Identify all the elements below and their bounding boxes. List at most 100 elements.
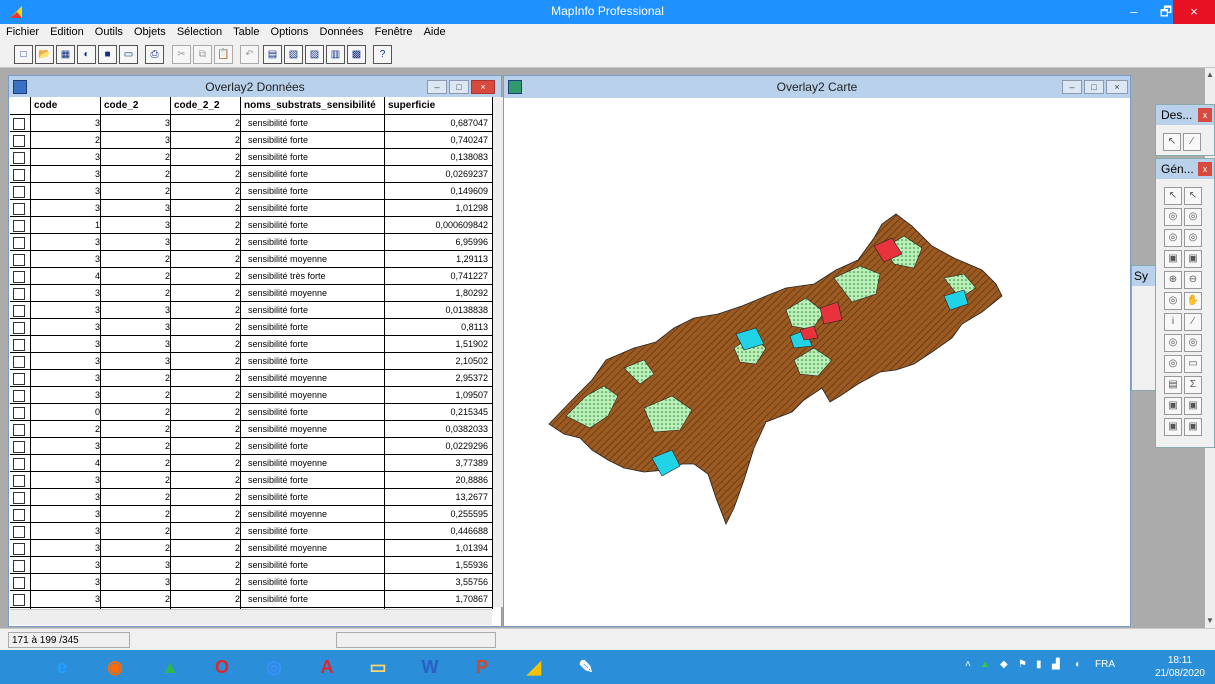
row-select-checkbox[interactable] [13,118,25,130]
dropbox-tray-icon[interactable]: ◆ [1000,659,1008,670]
cell-superficie[interactable]: 6,95996 [455,237,488,247]
label-icon[interactable]: ◎ [1164,334,1182,352]
cell-noms-substrats[interactable]: sensibilité moyenne [248,288,327,298]
cell-superficie[interactable]: 0,0138838 [445,305,488,315]
row-select-checkbox[interactable] [13,577,25,589]
cell-superficie[interactable]: 1,51902 [455,339,488,349]
marquee-select-icon[interactable]: ↖ [1184,187,1202,205]
print-icon[interactable]: ⎙ [145,45,164,64]
menu-donnees[interactable]: Données [316,24,368,38]
cell-superficie[interactable]: 1,09507 [455,390,488,400]
table-row[interactable]: 2 2 2 sensibilité moyenne 0,0382033 [10,421,492,438]
map-title-bar[interactable]: Overlay2 Carte – □ × [504,76,1130,98]
table-horizontal-scrollbar[interactable] [10,609,492,625]
zoom-in-icon[interactable]: ⊕ [1164,271,1182,289]
row-select-checkbox[interactable] [13,526,25,538]
table-row[interactable]: 2 3 2 sensibilité forte 0,740247 [10,132,492,149]
row-select-checkbox[interactable] [13,543,25,555]
cell-noms-substrats[interactable]: sensibilité moyenne [248,458,327,468]
cell-superficie[interactable]: 13,2677 [455,492,488,502]
row-select-checkbox[interactable] [13,424,25,436]
paste-icon[interactable]: 📋 [214,45,233,64]
row-select-checkbox[interactable] [13,135,25,147]
table-row[interactable]: 3 3 2 sensibilité forte 0,8113 [10,319,492,336]
explorer-icon[interactable]: ▭ [358,653,398,681]
row-select-checkbox[interactable] [13,152,25,164]
menu-fichier[interactable]: Fichier [2,24,43,38]
map-minimize-button[interactable]: – [1062,80,1082,94]
table-row[interactable]: 4 2 2 sensibilité très forte 0,741227 [10,268,492,285]
volume-tray-icon[interactable]: ◖ [1074,659,1080,670]
header-code-2[interactable]: code_2 [104,100,138,111]
change-view-icon[interactable]: ◎ [1164,292,1182,310]
table-row[interactable]: 3 2 2 sensibilité forte 0,138083 [10,149,492,166]
browser-maximize-button[interactable]: □ [449,80,469,94]
layout-icon[interactable]: ▥ [326,45,345,64]
row-select-checkbox[interactable] [13,373,25,385]
cell-superficie[interactable]: 0,687047 [450,118,488,128]
cell-noms-substrats[interactable]: sensibilité forte [248,135,308,145]
cell-noms-substrats[interactable]: sensibilité forte [248,577,308,587]
row-select-checkbox[interactable] [13,305,25,317]
cell-superficie[interactable]: 2,10502 [455,356,488,366]
table-row[interactable]: 3 2 2 sensibilité forte 0,149609 [10,183,492,200]
cell-noms-substrats[interactable]: sensibilité forte [248,169,308,179]
cell-superficie[interactable]: 20,8886 [455,475,488,485]
cell-superficie[interactable]: 3,77389 [455,458,488,468]
cell-superficie[interactable]: 0,149609 [450,186,488,196]
header-noms-substrats[interactable]: noms_substrats_sensibilité [244,100,376,111]
cell-noms-substrats[interactable]: sensibilité forte [248,356,308,366]
battery-tray-icon[interactable]: ▮ [1036,659,1042,670]
save-icon[interactable]: ■ [98,45,117,64]
map-canvas[interactable] [504,98,1130,626]
cell-superficie[interactable]: 1,80292 [455,288,488,298]
table-row[interactable]: 1 3 2 sensibilité forte 0,000609842 [10,217,492,234]
browser-minimize-button[interactable]: – [427,80,447,94]
paint-icon[interactable]: ✎ [566,653,606,681]
cell-noms-substrats[interactable]: sensibilité forte [248,305,308,315]
table-row[interactable]: 3 2 2 sensibilité forte 0,446688 [10,523,492,540]
menu-objets[interactable]: Objets [130,24,170,38]
statistics-icon[interactable]: ▭ [1184,355,1202,373]
cell-superficie[interactable]: 0,8113 [461,322,488,332]
cell-noms-substrats[interactable]: sensibilité forte [248,339,308,349]
cell-superficie[interactable]: 0,741227 [450,271,488,281]
row-select-checkbox[interactable] [13,169,25,181]
opera-icon[interactable]: O [202,653,242,681]
table-row[interactable]: 3 3 2 sensibilité forte 0,687047 [10,115,492,132]
word-icon[interactable]: W [410,653,450,681]
menu-options[interactable]: Options [267,24,313,38]
drag-window-icon[interactable]: ◎ [1184,334,1202,352]
header-code[interactable]: code [34,100,57,111]
graph-select-icon[interactable]: ▣ [1164,250,1182,268]
cell-noms-substrats[interactable]: sensibilité moyenne [248,254,327,264]
table-row[interactable]: 3 2 2 sensibilité forte 13,2677 [10,489,492,506]
row-select-checkbox[interactable] [13,560,25,572]
cell-superficie[interactable]: 0,138083 [450,152,488,162]
cell-noms-substrats[interactable]: sensibilité forte [248,186,308,196]
cell-superficie[interactable]: 1,01298 [455,203,488,213]
row-select-checkbox[interactable] [13,237,25,249]
menu-edition[interactable]: Edition [46,24,88,38]
table-row[interactable]: 3 3 2 sensibilité forte 1,55936 [10,557,492,574]
map-region-brown[interactable] [548,213,1003,525]
grabber-icon[interactable]: ✋ [1184,292,1202,310]
adobe-icon[interactable]: A [307,653,347,681]
header-superficie[interactable]: superficie [388,100,435,111]
row-select-checkbox[interactable] [13,492,25,504]
table-row[interactable]: 0 2 2 sensibilité forte 0,215345 [10,404,492,421]
graph-icon[interactable]: ▨ [305,45,324,64]
table-row[interactable]: 3 2 2 sensibilité forte 0,0229296 [10,438,492,455]
table-row[interactable]: 3 2 2 sensibilité forte 0,0269237 [10,166,492,183]
cell-superficie[interactable]: 0,215345 [450,407,488,417]
undo-icon[interactable]: ↶ [240,45,259,64]
table-row[interactable]: 3 2 2 sensibilité moyenne 0,255595 [10,506,492,523]
menu-table[interactable]: Table [229,24,263,38]
new-icon[interactable]: □ [14,45,33,64]
boundary-select-icon[interactable]: ◎ [1164,229,1182,247]
cell-noms-substrats[interactable]: sensibilité forte [248,492,308,502]
map-close-button[interactable]: × [1106,80,1128,94]
polyline-tool-icon[interactable]: ↖ [1163,133,1181,151]
row-select-checkbox[interactable] [13,186,25,198]
cell-noms-substrats[interactable]: sensibilité très forte [248,271,326,281]
